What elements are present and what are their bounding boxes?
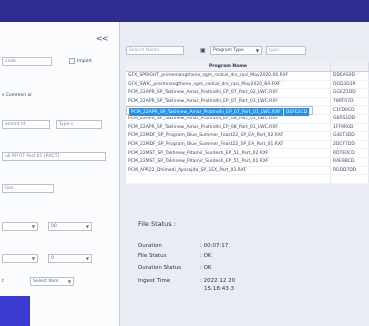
code-cell: DDEAS0D: [330, 71, 369, 81]
duration-label: Duration: [138, 243, 162, 249]
element-id-field[interactable]: ement id: [2, 120, 50, 129]
file-status-value: : OK: [200, 253, 212, 259]
code-cell: [330, 174, 369, 184]
type-input[interactable]: type: [266, 46, 306, 55]
comment-label: s Commen al: [2, 93, 32, 98]
code-cell: G4ET3DD: [330, 131, 369, 141]
chevron-down-icon: ▼: [85, 224, 89, 229]
select-item-dropdown[interactable]: Select Item ▼: [30, 277, 74, 286]
column-header-program-name[interactable]: Program Name: [126, 62, 331, 72]
table-row[interactable]: [126, 174, 369, 184]
chevron-down-icon: ▼: [85, 256, 89, 261]
table-row[interactable]: PCM_22MST_SP_Takhnew_Pitamir_Surdesh_EP_…: [126, 157, 369, 167]
bottom-label: t: [2, 279, 4, 284]
code-cell: RDDD7DD: [330, 166, 369, 176]
collapse-panel-button[interactable]: <<: [96, 34, 108, 43]
duration-value: : 00:07:17: [200, 243, 229, 249]
code-cell: RDTE0CD: [330, 148, 369, 158]
import-checkbox[interactable]: [69, 58, 75, 64]
program-name-cell: PCM_22APR_SP_Takhnew_Amar_Pratindhi_EP_0…: [126, 97, 331, 107]
ingest-time-value-2: 15:18:43.3: [204, 286, 234, 292]
action-button[interactable]: [0, 296, 30, 326]
ingest-time-label: Ingest Time: [138, 278, 171, 284]
app-header-bar: [0, 0, 369, 22]
left-panel: << code Import s Commen al ement id Type…: [0, 22, 120, 326]
file-status-title: File Status :: [138, 220, 176, 228]
chevron-down-icon: ▼: [67, 279, 71, 284]
table-row[interactable]: PCM_22MDF_SP_Program_Blue_Summer_Feast22…: [126, 131, 369, 141]
program-name-cell: PCM_22APR_SP_Takhnew_Amar_Pratindhi_EP_0…: [126, 88, 331, 98]
program-name-cell: PCM_22MST_SP_Takhnew_Pitamir_Surdesh_EP_…: [126, 148, 331, 158]
program-name-cell: PCM_22MDF_SP_Program_Blue_Summer_Feast22…: [126, 140, 331, 150]
program-name-cell: PCM_22APR_SP_Takhnew_Amar_Pratindhi_EP_0…: [129, 108, 284, 117]
code-cell: 2DCF7DD: [330, 140, 369, 150]
duration-status-value: : OK: [200, 265, 212, 271]
table-row[interactable]: PCM_APR22_Dhimedi_Aparajita_SP_1EX_Part_…: [126, 166, 369, 176]
chevron-down-icon: ▼: [31, 224, 35, 229]
type-field[interactable]: Type s: [56, 120, 102, 129]
ingest-time-value: : 2022 12 20: [200, 278, 236, 284]
program-name-cell: PCM_22APR_SP_Takhnew_Amar_Pratindhi_EP_0…: [126, 123, 331, 133]
code-cell: 78RT07D: [330, 97, 369, 107]
dropdown-1[interactable]: ▼: [2, 222, 38, 231]
table-row[interactable]: PCM_22APR_SP_Takhnew_Amar_Pratindhi_EP_0…: [126, 88, 369, 98]
search-input[interactable]: Search Name: [126, 46, 184, 55]
code-cell: DEFE2CD: [283, 108, 311, 117]
program-name-cell: GFX_SPRIGHT_primemangthone_sgm_radcal_dr…: [126, 71, 331, 81]
table-row[interactable]: PCM_22APR_SP_Takhnew_Amar_Pratindhi_EP_0…: [126, 97, 369, 107]
chevron-down-icon: ▼: [31, 256, 35, 261]
path-field[interactable]: uk RP 07 Port 01 [RRCT]: [2, 152, 106, 161]
program-name-cell: GFX_SWIC_prermnangthone_sgm_radcal_drs_r…: [126, 80, 331, 90]
table-row[interactable]: PCM_22MDF_SP_Program_Blue_Summer_Feast22…: [126, 140, 369, 150]
program-type-select[interactable]: Program Type ▼: [210, 46, 262, 55]
chevron-down-icon: ▼: [255, 48, 259, 53]
program-name-cell: [126, 174, 331, 184]
table-row[interactable]: PCM_22APR_SP_Takhnew_Amar_Pratindhi_EP_0…: [126, 106, 314, 117]
column-header-code[interactable]: [330, 62, 369, 72]
program-table: Program Name GFX_SPRIGHT_primemangthone_…: [126, 62, 369, 184]
duration-status-label: Duration Status: [138, 265, 182, 271]
code-cell: G6RS1DD: [330, 114, 369, 124]
import-label: Import: [77, 59, 92, 64]
table-row[interactable]: GFX_SPRIGHT_primemangthone_sgm_radcal_dr…: [126, 71, 369, 81]
code-cell: GGEZ1DD: [330, 88, 369, 98]
filter-icon[interactable]: ▣: [200, 47, 206, 54]
program-name-cell: PCM_APR22_Dhimedi_Aparajita_SP_1EX_Part_…: [126, 166, 331, 176]
table-row[interactable]: GFX_SWIC_prermnangthone_sgm_radcal_drs_r…: [126, 80, 369, 90]
code-cell: RAE9BCD: [330, 157, 369, 167]
right-panel: Search Name ▣ Program Type ▼ type Program…: [120, 22, 369, 326]
dropdown-2[interactable]: 00 ▼: [48, 222, 92, 231]
table-row[interactable]: PCM_22MST_SP_Takhnew_Pitamir_Surdesh_EP_…: [126, 148, 369, 158]
option-field[interactable]: tion: [2, 184, 54, 193]
code-cell: 1FF9R0D: [330, 123, 369, 133]
program-name-cell: PCM_22MDF_SP_Program_Blue_Summer_Feast22…: [126, 131, 331, 141]
code-cell: C1FD0CD: [330, 106, 369, 115]
table-row[interactable]: PCM_22APR_SP_Takhnew_Amar_Pratindhi_EP_0…: [126, 123, 369, 133]
code-field[interactable]: code: [2, 57, 52, 66]
dropdown-3[interactable]: ▼: [2, 254, 38, 263]
dropdown-4[interactable]: 0 ▼: [48, 254, 92, 263]
program-name-cell: PCM_22MST_SP_Takhnew_Pitamir_Surdesh_EP_…: [126, 157, 331, 167]
code-cell: DGD3D3R: [330, 80, 369, 90]
file-status-label: File Status: [138, 253, 167, 259]
